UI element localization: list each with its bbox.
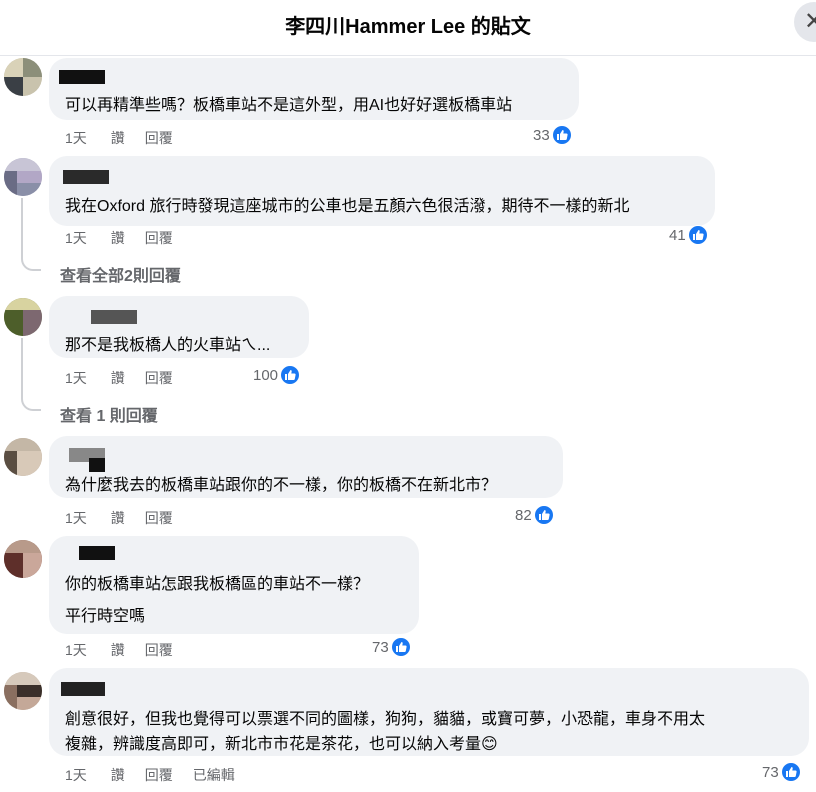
comment-text-line2: 平行時空嗎	[65, 608, 146, 625]
reply-button[interactable]: 回覆	[145, 765, 173, 785]
reply-button[interactable]: 回覆	[145, 128, 173, 148]
thumbs-up-icon	[390, 637, 411, 657]
avatar[interactable]	[4, 58, 42, 96]
reaction-count[interactable]: 73	[372, 637, 411, 659]
comment-text: 那不是我板橋人的火車站ㄟ...	[65, 337, 271, 354]
like-button[interactable]: 讚	[111, 368, 125, 388]
reaction-count[interactable]: 82	[515, 505, 554, 527]
comment-time[interactable]: 1天	[65, 640, 87, 660]
thread-connector	[21, 257, 41, 271]
view-replies-link[interactable]: 查看全部2則回覆	[60, 262, 181, 286]
avatar[interactable]	[4, 438, 42, 476]
author-name-redacted	[89, 458, 105, 472]
comment-text-line1: 你的板橋車站怎跟我板橋區的車站不一樣？	[65, 576, 370, 593]
like-button[interactable]: 讚	[111, 128, 125, 148]
reply-button[interactable]: 回覆	[145, 640, 173, 660]
like-count: 73	[372, 638, 389, 656]
reaction-count[interactable]: 100	[253, 365, 301, 387]
comment-time[interactable]: 1天	[65, 128, 87, 148]
thread-line	[21, 198, 23, 258]
thumbs-up-icon	[687, 225, 708, 245]
like-count: 33	[533, 126, 550, 144]
comment-actions: 1天 讚回覆	[65, 128, 189, 148]
like-count: 73	[762, 763, 779, 781]
like-button[interactable]: 讚	[111, 765, 125, 785]
view-replies-link[interactable]: 查看 1 則回覆	[60, 402, 158, 426]
comment-actions: 1天 讚回覆	[65, 228, 189, 248]
avatar[interactable]	[4, 540, 42, 578]
reply-button[interactable]: 回覆	[145, 368, 173, 388]
close-icon: ✕	[804, 8, 816, 35]
thread-connector	[21, 397, 41, 411]
avatar[interactable]	[4, 672, 42, 710]
comment-time[interactable]: 1天	[65, 368, 87, 388]
like-count: 100	[253, 366, 279, 384]
like-button[interactable]: 讚	[111, 508, 125, 528]
author-name-redacted[interactable]	[91, 310, 137, 324]
thread-line	[21, 338, 23, 398]
comment-text: 可以再精準些嗎？板橋車站不是這外型，用AI也好好選板橋車站	[65, 97, 513, 114]
like-count: 82	[515, 506, 532, 524]
reaction-count[interactable]: 41	[669, 225, 708, 247]
reply-button[interactable]: 回覆	[145, 228, 173, 248]
comment-time[interactable]: 1天	[65, 228, 87, 248]
comment-actions: 1天 讚回覆	[65, 508, 189, 528]
comment-time[interactable]: 1天	[65, 765, 87, 785]
post-title: 李四川Hammer Lee 的貼文	[285, 16, 531, 38]
author-name-redacted[interactable]	[63, 170, 109, 184]
comment-actions: 1天 讚回覆	[65, 640, 189, 660]
like-button[interactable]: 讚	[111, 228, 125, 248]
comment-bubble: 為什麼我去的板橋車站跟你的不一樣，你的板橋不在新北市？	[49, 436, 563, 498]
reply-button[interactable]: 回覆	[145, 508, 173, 528]
avatar[interactable]	[4, 298, 42, 336]
comment-actions: 1天 讚回覆 已編輯	[65, 765, 251, 785]
thumbs-up-icon	[280, 365, 301, 385]
comment-bubble: 可以再精準些嗎？板橋車站不是這外型，用AI也好好選板橋車站	[49, 58, 579, 120]
comment-actions: 1天 讚回覆	[65, 368, 189, 388]
comment-text: 我在Oxford 旅行時發現這座城市的公車也是五顏六色很活潑，期待不一樣的新北	[65, 198, 630, 215]
reaction-count[interactable]: 33	[533, 125, 572, 147]
comment-text: 為什麼我去的板橋車站跟你的不一樣，你的板橋不在新北市？	[65, 477, 498, 494]
comment-bubble: 我在Oxford 旅行時發現這座城市的公車也是五顏六色很活潑，期待不一樣的新北	[49, 156, 715, 226]
comment-bubble: 那不是我板橋人的火車站ㄟ...	[49, 296, 309, 358]
avatar[interactable]	[4, 158, 42, 196]
comment-bubble: 創意很好，但我也覺得可以票選不同的圖樣，狗狗，貓貓，或寶可夢，小恐龍，車身不用太…	[49, 668, 809, 756]
edited-label: 已編輯	[192, 767, 235, 783]
reaction-count[interactable]: 73	[762, 762, 801, 784]
like-count: 41	[669, 226, 686, 244]
comment-time[interactable]: 1天	[65, 508, 87, 528]
author-name-redacted[interactable]	[61, 682, 105, 696]
author-name-redacted[interactable]	[79, 546, 115, 560]
thumbs-up-icon	[780, 762, 801, 782]
comment-bubble: 你的板橋車站怎跟我板橋區的車站不一樣？ 平行時空嗎	[49, 536, 419, 634]
comment-text-line1: 創意很好，但我也覺得可以票選不同的圖樣，狗狗，貓貓，或寶可夢，小恐龍，車身不用太	[65, 711, 706, 728]
post-header: 李四川Hammer Lee 的貼文 ✕	[0, 0, 816, 56]
like-button[interactable]: 讚	[111, 640, 125, 660]
thumbs-up-icon	[533, 505, 554, 525]
thumbs-up-icon	[551, 125, 572, 145]
comment-text-line2: 複雜，辨識度高即可，新北市市花是茶花，也可以納入考量😊	[65, 736, 498, 753]
author-name-redacted[interactable]	[59, 70, 105, 84]
